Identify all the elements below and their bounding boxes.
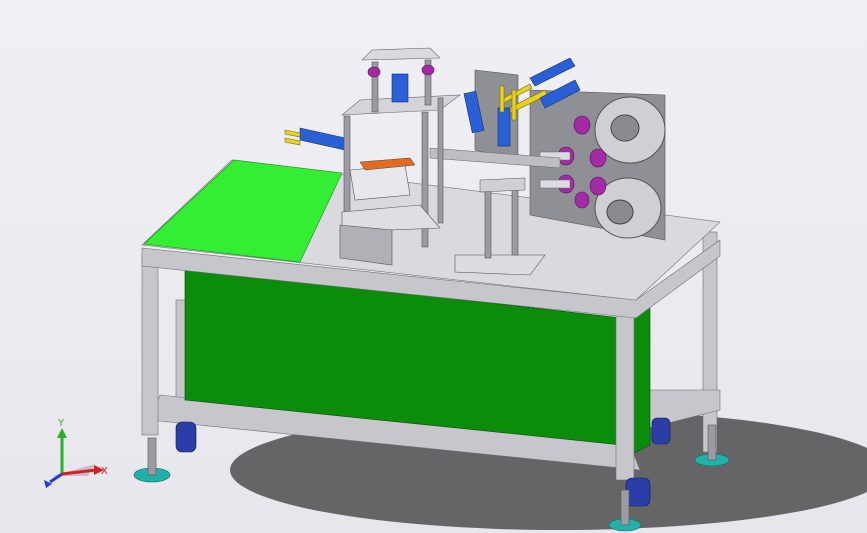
frame-leg-front-right [615, 299, 635, 481]
triad-y-label: Y [57, 418, 65, 429]
cad-viewport[interactable]: Y X [0, 0, 867, 533]
supply-reel-upper [594, 96, 666, 164]
pneumatic-cylinder-left [284, 127, 346, 151]
frame-leg-front-left [141, 254, 159, 436]
back-plate [474, 69, 519, 161]
coordinate-triad: Y X [44, 418, 108, 488]
machine-model[interactable]: Y X [0, 0, 867, 533]
servo-motor [339, 224, 393, 266]
triad-x-label: X [101, 466, 108, 477]
